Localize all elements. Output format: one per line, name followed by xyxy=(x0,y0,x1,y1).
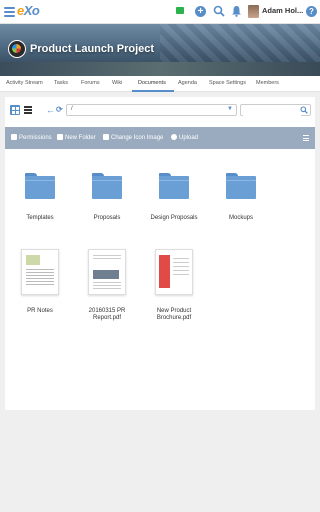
space-title[interactable]: Product Launch Project xyxy=(30,43,154,55)
top-navigation-bar: eXo + Adam Hol... ? xyxy=(0,0,320,24)
folder-name: Proposals xyxy=(93,215,121,221)
tab-documents[interactable]: Documents xyxy=(138,80,166,86)
space-avatar[interactable] xyxy=(8,40,26,58)
folder-name: Mockups xyxy=(228,215,253,221)
banner-ground xyxy=(0,62,320,76)
folder-item[interactable]: Proposals xyxy=(77,173,137,222)
search-icon[interactable] xyxy=(300,106,308,114)
folder-icon xyxy=(25,173,55,199)
document-search xyxy=(240,104,311,122)
folder-item[interactable]: Design Proposals xyxy=(144,173,204,222)
exo-logo[interactable]: eXo xyxy=(17,3,40,18)
file-item[interactable]: 20160315 PR Report.pdf xyxy=(77,249,137,322)
document-thumbnail xyxy=(21,249,59,295)
image-icon xyxy=(103,134,109,140)
folder-item[interactable]: Mockups xyxy=(211,173,271,222)
current-path: / xyxy=(71,106,73,112)
pdf-thumbnail xyxy=(155,249,193,295)
hamburger-menu-icon[interactable] xyxy=(4,7,15,17)
folder-plus-icon xyxy=(57,134,63,140)
permissions-button[interactable]: Permissions xyxy=(11,134,52,141)
search-input[interactable] xyxy=(243,112,301,122)
new-folder-button[interactable]: New Folder xyxy=(57,134,96,141)
folder-item[interactable]: Templates xyxy=(10,173,70,222)
more-menu-icon[interactable] xyxy=(303,135,309,141)
file-item[interactable]: New Product Brochure.pdf xyxy=(144,249,204,322)
tab-tasks[interactable]: Tasks xyxy=(54,80,68,86)
space-tabs: Activity Stream Tasks Forums Wiki Docume… xyxy=(0,76,320,92)
change-icon-image-button[interactable]: Change Icon Image xyxy=(103,134,163,141)
tab-members[interactable]: Members xyxy=(256,80,279,86)
path-selector[interactable]: / ▼ xyxy=(66,104,237,116)
documents-panel: ← ⟳ / ▼ Permissions New Folder Change Ic… xyxy=(5,97,315,410)
tab-space-settings[interactable]: Space Settings xyxy=(209,80,246,86)
folder-name: Design Proposals xyxy=(150,215,198,221)
back-arrow-icon[interactable]: ← xyxy=(46,105,55,115)
add-icon[interactable]: + xyxy=(195,6,206,17)
space-banner: Product Launch Project xyxy=(0,24,320,76)
grid-view-icon[interactable] xyxy=(10,105,20,115)
file-item[interactable]: PR Notes xyxy=(10,249,70,315)
tab-forums[interactable]: Forums xyxy=(81,80,100,86)
folder-icon xyxy=(159,173,189,199)
folder-icon xyxy=(92,173,122,199)
folder-icon xyxy=(226,173,256,199)
document-action-bar: Permissions New Folder Change Icon Image… xyxy=(5,127,315,149)
chat-status-icon[interactable] xyxy=(176,7,184,14)
help-icon[interactable]: ? xyxy=(306,6,317,17)
tab-agenda[interactable]: Agenda xyxy=(178,80,197,86)
lock-icon xyxy=(11,134,17,140)
search-icon[interactable] xyxy=(213,5,225,17)
upload-button[interactable]: Upload xyxy=(171,134,198,141)
tab-activity-stream[interactable]: Activity Stream xyxy=(6,80,43,86)
active-tab-indicator xyxy=(132,90,174,92)
file-name: 20160315 PR Report.pdf xyxy=(88,308,126,321)
file-name: New Product Brochure.pdf xyxy=(156,308,192,321)
notification-bell-icon[interactable] xyxy=(231,5,242,17)
file-name: PR Notes xyxy=(27,308,53,314)
pdf-thumbnail xyxy=(88,249,126,295)
chevron-down-icon: ▼ xyxy=(227,106,233,112)
user-name[interactable]: Adam Hol... xyxy=(262,6,303,15)
tab-wiki[interactable]: Wiki xyxy=(112,80,122,86)
cloud-upload-icon xyxy=(171,134,177,140)
folder-name: Templates xyxy=(26,215,54,221)
refresh-icon[interactable]: ⟳ xyxy=(56,105,63,114)
user-avatar[interactable] xyxy=(248,5,259,18)
list-view-icon[interactable] xyxy=(24,106,32,114)
